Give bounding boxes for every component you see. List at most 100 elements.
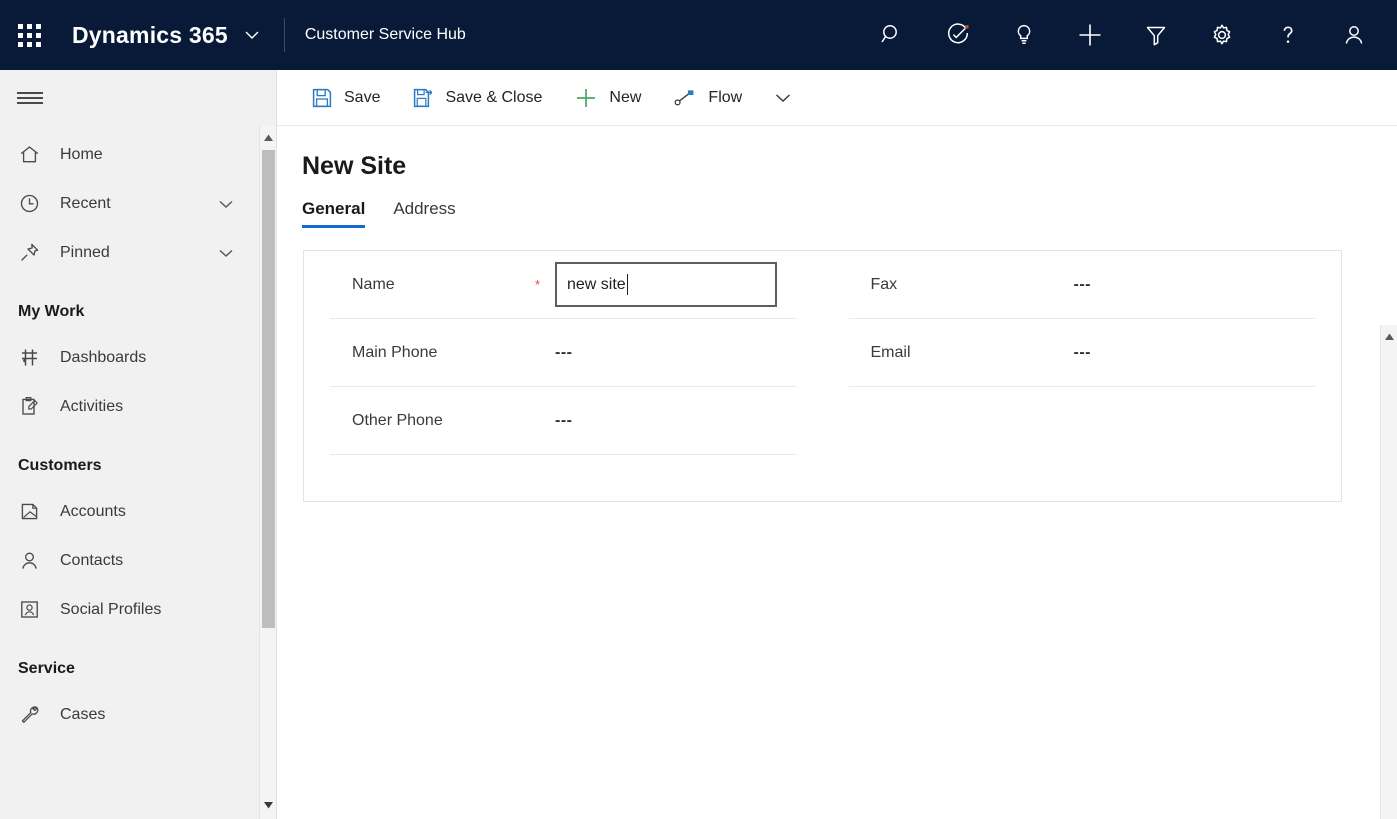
name-input[interactable]: new site	[555, 262, 777, 307]
app-launcher-button[interactable]	[0, 0, 58, 70]
sidebar-item-activities[interactable]: Activities	[0, 382, 276, 431]
plus-icon	[574, 86, 598, 110]
save-close-icon	[412, 87, 434, 109]
tab-address[interactable]: Address	[393, 199, 455, 228]
field-label-other-phone: Other Phone	[330, 412, 535, 430]
save-button[interactable]: Save	[299, 78, 392, 118]
other-phone-value[interactable]: ---	[555, 412, 572, 430]
sidebar-item-contacts[interactable]: Contacts	[0, 536, 276, 585]
form-tabs: General Address	[277, 181, 1397, 228]
main-region: Save Save & Close New	[277, 70, 1397, 819]
sitemap-sidebar: Home Recent Pinned	[0, 70, 277, 819]
sidebar-group-customers: Customers	[0, 431, 276, 487]
home-icon	[18, 143, 44, 167]
sidebar-item-accounts[interactable]: Accounts	[0, 487, 276, 536]
new-button[interactable]: New	[562, 78, 653, 118]
sidebar-item-label: Social Profiles	[60, 601, 276, 619]
save-and-close-button[interactable]: Save & Close	[400, 78, 554, 118]
waffle-icon	[18, 24, 41, 47]
pin-icon	[18, 241, 44, 265]
sidebar-item-label: Cases	[60, 706, 276, 724]
social-profiles-icon	[18, 598, 44, 622]
assistant-icon[interactable]	[925, 0, 991, 70]
chevron-down-icon[interactable]	[216, 243, 236, 263]
plus-icon[interactable]	[1057, 0, 1123, 70]
tab-general[interactable]: General	[302, 199, 365, 228]
fax-value[interactable]: ---	[1074, 276, 1091, 294]
field-row-spacer	[849, 387, 1316, 455]
gear-icon[interactable]	[1189, 0, 1255, 70]
field-row-email: Email ---	[849, 319, 1316, 387]
sidebar-item-label: Accounts	[60, 503, 276, 521]
hamburger-icon	[17, 89, 43, 107]
form-right-column: Fax --- Email ---	[823, 251, 1342, 501]
filter-icon[interactable]	[1123, 0, 1189, 70]
header-divider	[284, 18, 285, 52]
scroll-up-icon[interactable]	[1381, 328, 1397, 345]
field-label-email: Email	[849, 344, 1054, 362]
sidebar-item-label: Activities	[60, 398, 276, 416]
field-row-fax: Fax ---	[849, 251, 1316, 319]
top-header: Dynamics 365 Customer Service Hub	[0, 0, 1397, 70]
content-scrollbar[interactable]	[1380, 325, 1397, 819]
name-input-value: new site	[567, 276, 626, 294]
save-and-close-button-label: Save & Close	[445, 89, 542, 107]
flow-button[interactable]: Flow	[661, 78, 754, 118]
flow-icon	[673, 87, 697, 109]
sidebar-item-label: Contacts	[60, 552, 276, 570]
hamburger-menu-button[interactable]	[0, 70, 276, 126]
activities-icon	[18, 395, 44, 419]
field-row-main-phone: Main Phone ---	[330, 319, 797, 387]
sidebar-item-pinned[interactable]: Pinned	[0, 228, 276, 277]
search-icon[interactable]	[859, 0, 925, 70]
field-row-name: Name * new site	[330, 251, 797, 319]
clock-icon	[18, 192, 44, 216]
page-title: New Site	[277, 126, 1397, 181]
field-label-fax: Fax	[849, 276, 1054, 294]
field-label-main-phone: Main Phone	[330, 344, 535, 362]
header-icon-group	[859, 0, 1397, 70]
brand-chevron-down-icon[interactable]	[242, 25, 262, 45]
sidebar-item-label: Pinned	[60, 244, 216, 262]
lightbulb-icon[interactable]	[991, 0, 1057, 70]
field-label-name: Name	[330, 276, 535, 294]
field-row-other-phone: Other Phone ---	[330, 387, 797, 455]
sidebar-item-label: Home	[60, 146, 276, 164]
scroll-down-icon[interactable]	[260, 797, 277, 814]
command-overflow-chevron-down-icon[interactable]	[762, 78, 804, 118]
sidebar-nav-list: Home Recent Pinned	[0, 126, 276, 819]
save-icon	[311, 87, 333, 109]
cases-icon	[18, 703, 44, 727]
brand-title[interactable]: Dynamics 365	[72, 22, 228, 49]
sidebar-scrollbar[interactable]	[259, 126, 276, 819]
sidebar-item-social-profiles[interactable]: Social Profiles	[0, 585, 276, 634]
main-phone-value[interactable]: ---	[555, 344, 572, 362]
form-content-area: New Site General Address Name * new site	[277, 126, 1397, 819]
sidebar-group-my-work: My Work	[0, 277, 276, 333]
form-section-card: Name * new site Main Phone ---	[303, 250, 1342, 502]
new-button-label: New	[609, 89, 641, 107]
dynamics-365-window: Dynamics 365 Customer Service Hub	[0, 0, 1397, 819]
app-body: Home Recent Pinned	[0, 70, 1397, 819]
text-caret	[627, 274, 628, 295]
sidebar-item-dashboards[interactable]: Dashboards	[0, 333, 276, 382]
field-row-spacer	[330, 455, 797, 523]
scroll-up-icon[interactable]	[260, 129, 277, 146]
chevron-down-icon[interactable]	[216, 194, 236, 214]
sidebar-scrollbar-thumb[interactable]	[262, 150, 275, 628]
contacts-icon	[18, 549, 44, 573]
email-value[interactable]: ---	[1074, 344, 1091, 362]
form-left-column: Name * new site Main Phone ---	[304, 251, 823, 501]
sidebar-item-recent[interactable]: Recent	[0, 179, 276, 228]
flow-button-label: Flow	[708, 89, 742, 107]
required-marker: *	[535, 277, 555, 292]
sidebar-item-label: Dashboards	[60, 349, 276, 367]
sidebar-item-cases[interactable]: Cases	[0, 690, 276, 739]
accounts-icon	[18, 500, 44, 524]
app-name-label: Customer Service Hub	[305, 26, 466, 44]
sidebar-item-home[interactable]: Home	[0, 130, 276, 179]
sidebar-item-label: Recent	[60, 195, 216, 213]
help-icon[interactable]	[1255, 0, 1321, 70]
user-icon[interactable]	[1321, 0, 1387, 70]
save-button-label: Save	[344, 89, 380, 107]
